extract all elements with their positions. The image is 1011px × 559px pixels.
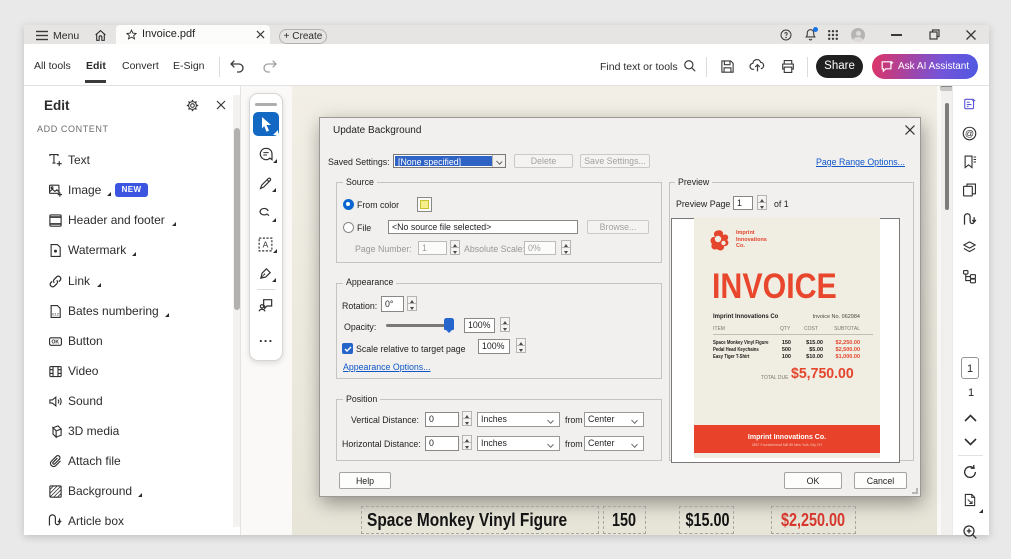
svg-text:OK: OK [51,340,59,346]
svg-text:012: 012 [52,311,60,316]
svg-text:@: @ [965,129,974,139]
svg-text:A: A [263,240,269,250]
